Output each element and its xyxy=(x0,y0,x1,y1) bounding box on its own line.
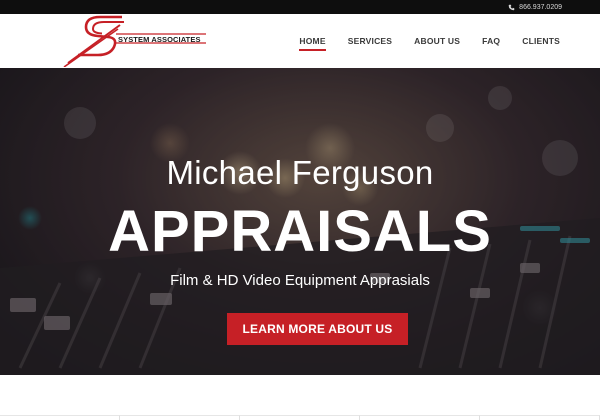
hero-subtitle: Michael Ferguson xyxy=(166,154,434,191)
site-header: SYSTEM ASSOCIATES HOME SERVICES ABOUT US… xyxy=(0,14,600,68)
divider-segment xyxy=(360,415,480,420)
divider-segment xyxy=(240,415,360,420)
phone-link[interactable]: 866.937.0209 xyxy=(508,2,562,12)
nav-item-faq[interactable]: FAQ xyxy=(482,36,500,46)
content-area xyxy=(0,375,600,420)
nav-item-home[interactable]: HOME xyxy=(299,36,327,51)
section-divider xyxy=(0,415,600,420)
phone-number: 866.937.0209 xyxy=(519,3,562,11)
nav-item-clients[interactable]: CLIENTS xyxy=(522,36,560,46)
divider-segment xyxy=(0,415,120,420)
site-logo[interactable]: SYSTEM ASSOCIATES xyxy=(60,15,210,67)
divider-segment xyxy=(480,415,600,420)
logo-text: SYSTEM ASSOCIATES xyxy=(118,35,201,44)
learn-more-button[interactable]: LEARN MORE ABOUT US xyxy=(227,313,408,345)
hero-tagline: Film & HD Video Equipment Apprasials xyxy=(170,272,430,289)
main-nav: HOME SERVICES ABOUT US FAQ CLIENTS xyxy=(299,14,560,68)
divider-segment xyxy=(120,415,240,420)
hero-title: APPRAISALS xyxy=(108,199,492,264)
top-bar: 866.937.0209 xyxy=(0,0,600,14)
phone-icon xyxy=(508,4,515,10)
hero-banner: Michael Ferguson APPRAISALS Film & HD Vi… xyxy=(0,68,600,375)
nav-item-about-us[interactable]: ABOUT US xyxy=(414,36,460,46)
nav-item-services[interactable]: SERVICES xyxy=(348,36,392,46)
